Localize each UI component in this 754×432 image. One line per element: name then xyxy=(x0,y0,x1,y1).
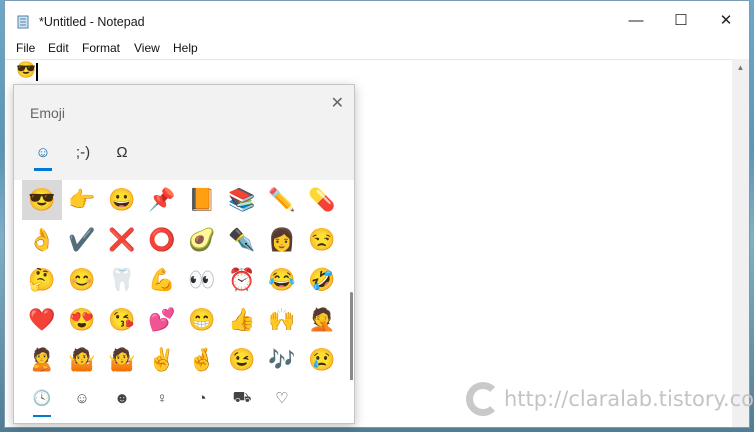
maximize-button[interactable]: ☐ xyxy=(658,1,704,39)
emoji-cell[interactable]: 👍 xyxy=(222,300,262,340)
emoji-cell[interactable]: ✒️ xyxy=(222,220,262,260)
watermark-text: http://claralab.tistory.com xyxy=(504,387,754,411)
active-tab-indicator xyxy=(34,168,52,171)
menu-view[interactable]: View xyxy=(134,41,160,55)
category-people-icon[interactable]: ☺ xyxy=(63,386,101,410)
category-bar: 🕓 ☺ ☻ ♀ ◔ ⛟ ♡ xyxy=(14,380,354,423)
tab-symbols[interactable]: Ω xyxy=(109,141,135,163)
watermark-logo-icon: c xyxy=(466,382,500,416)
emoji-cell[interactable]: 🤣 xyxy=(302,260,342,300)
scroll-up-icon[interactable]: ▲ xyxy=(732,59,749,76)
emoji-cell[interactable]: 🤔 xyxy=(22,260,62,300)
emoji-grid: 😎 👉 😀 📌 📙 📚 ✏️ 💊 👌 ✔️ ❌ ⭕ 🥑 ✒️ 👩 😒 🤔 😊 🦷 💪 👀 ⏰ 😂 🤣 ❤️ 😍 😘 💕 😁 👍 🙌 🤦 🙎 🤷 🤷 ✌… xyxy=(14,180,354,392)
close-button[interactable]: ✕ xyxy=(703,1,749,39)
text-caret xyxy=(36,63,38,81)
emoji-grid-scrollbar[interactable] xyxy=(350,292,353,392)
emoji-cell[interactable]: 🙎 xyxy=(22,340,62,380)
emoji-cell[interactable]: 🤷 xyxy=(102,340,142,380)
tab-emoji[interactable]: ☺ xyxy=(30,141,56,163)
emoji-cell[interactable]: 😎 xyxy=(22,180,62,220)
category-person-icon[interactable]: ☻ xyxy=(103,386,141,410)
category-recent-icon[interactable]: 🕓 xyxy=(23,386,61,410)
menu-format[interactable]: Format xyxy=(82,41,120,55)
category-travel-icon[interactable]: ⛟ xyxy=(223,386,261,410)
emoji-panel: Emoji ✕ ☺ ;-) Ω 😎 👉 😀 📌 📙 📚 ✏️ 💊 👌 ✔️ ❌ ⭕ 🥑 ✒️ 👩 😒 🤔 😊 🦷 💪 👀… xyxy=(13,84,355,424)
emoji-cell[interactable]: 😂 xyxy=(262,260,302,300)
emoji-cell[interactable]: 😁 xyxy=(182,300,222,340)
emoji-cell[interactable]: 👉 xyxy=(62,180,102,220)
emoji-cell[interactable]: 😍 xyxy=(62,300,102,340)
emoji-cell[interactable]: 🎶 xyxy=(262,340,302,380)
emoji-cell[interactable]: 👩 xyxy=(262,220,302,260)
emoji-cell[interactable]: 😘 xyxy=(102,300,142,340)
emoji-cell[interactable]: 👌 xyxy=(22,220,62,260)
emoji-cell[interactable]: 🥑 xyxy=(182,220,222,260)
menu-bar: File Edit Format View Help xyxy=(5,39,749,59)
watermark: c http://claralab.tistory.com xyxy=(466,382,754,416)
emoji-cell[interactable]: ✔️ xyxy=(62,220,102,260)
emoji-cell[interactable]: 😊 xyxy=(62,260,102,300)
emoji-cell[interactable]: ❌ xyxy=(102,220,142,260)
emoji-panel-title: Emoji xyxy=(30,105,66,121)
emoji-cell[interactable]: ✏️ xyxy=(262,180,302,220)
emoji-panel-close-icon[interactable]: ✕ xyxy=(331,93,344,113)
emoji-cell[interactable]: 💪 xyxy=(142,260,182,300)
emoji-cell[interactable]: 💊 xyxy=(302,180,342,220)
menu-edit[interactable]: Edit xyxy=(48,41,69,55)
emoji-cell[interactable]: 🙌 xyxy=(262,300,302,340)
emoji-cell[interactable]: 👀 xyxy=(182,260,222,300)
emoji-cell[interactable]: 🤦 xyxy=(302,300,342,340)
emoji-cell[interactable]: 🤷 xyxy=(62,340,102,380)
emoji-cell[interactable]: 😀 xyxy=(102,180,142,220)
title-bar: *Untitled - Notepad — ☐ ✕ xyxy=(5,1,749,39)
editor-content: 😎 xyxy=(16,62,36,79)
category-food-icon[interactable]: ◔ xyxy=(183,386,221,410)
minimize-button[interactable]: — xyxy=(613,1,659,39)
emoji-cell[interactable]: ⭕ xyxy=(142,220,182,260)
category-celebration-icon[interactable]: ♀ xyxy=(143,386,181,410)
emoji-cell[interactable]: 😉 xyxy=(222,340,262,380)
emoji-cell[interactable]: 💕 xyxy=(142,300,182,340)
emoji-cell[interactable]: ❤️ xyxy=(22,300,62,340)
emoji-cell[interactable]: ✌️ xyxy=(142,340,182,380)
menu-file[interactable]: File xyxy=(16,41,35,55)
emoji-cell[interactable]: 🦷 xyxy=(102,260,142,300)
emoji-cell[interactable]: 📚 xyxy=(222,180,262,220)
emoji-cell[interactable]: 🤞 xyxy=(182,340,222,380)
category-love-icon[interactable]: ♡ xyxy=(263,386,301,410)
tab-kaomoji[interactable]: ;-) xyxy=(70,141,96,163)
active-category-indicator xyxy=(33,415,51,417)
emoji-cell[interactable]: 📌 xyxy=(142,180,182,220)
emoji-cell[interactable]: 😢 xyxy=(302,340,342,380)
vertical-scrollbar[interactable]: ▲ xyxy=(732,59,749,427)
menu-help[interactable]: Help xyxy=(173,41,198,55)
emoji-cell[interactable]: 😒 xyxy=(302,220,342,260)
window-title: *Untitled - Notepad xyxy=(39,15,145,29)
emoji-cell[interactable]: 📙 xyxy=(182,180,222,220)
emoji-cell[interactable]: ⏰ xyxy=(222,260,262,300)
notepad-app-icon xyxy=(17,15,29,29)
